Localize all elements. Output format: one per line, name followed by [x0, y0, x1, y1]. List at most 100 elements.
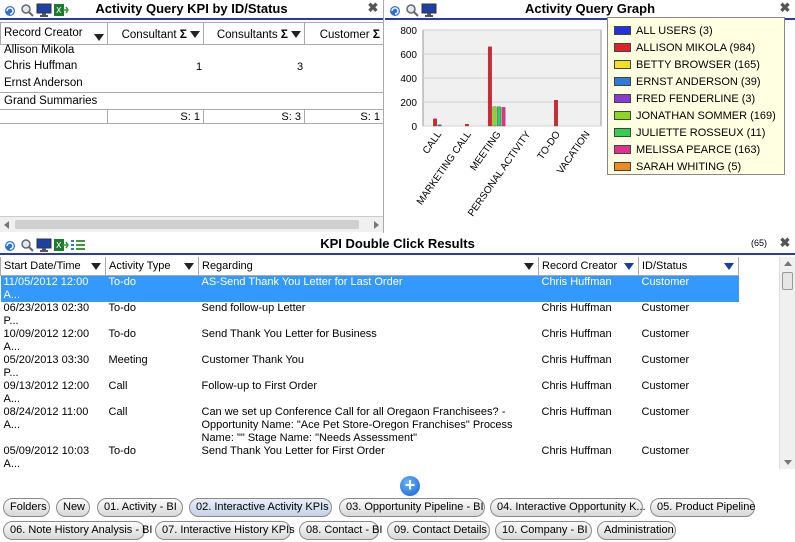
- legend-item[interactable]: MELISSA PEARCE (163): [608, 141, 784, 158]
- legend-item[interactable]: SARAH WHITING (5): [608, 158, 784, 175]
- table-cell[interactable]: Chris Huffman: [539, 445, 639, 470]
- search-icon[interactable]: [404, 2, 420, 18]
- tab-6[interactable]: 04. Interactive Opportunity K...: [490, 498, 646, 517]
- table-row[interactable]: 09/13/2012 12:00 A... Call Follow-up to Fi…: [1, 380, 739, 406]
- tab-10[interactable]: 08. Contact - BI: [299, 521, 382, 540]
- refresh-icon[interactable]: [2, 237, 18, 253]
- tab-8[interactable]: 06. Note History Analysis - BI: [3, 521, 152, 540]
- table-row[interactable]: 08/24/2012 11:00 A... Call Can we set up C…: [1, 406, 739, 445]
- tab-2[interactable]: New: [56, 498, 90, 517]
- refresh-icon[interactable]: [387, 2, 403, 18]
- tab-9[interactable]: 07. Interactive History KPIs: [155, 521, 295, 540]
- table-cell[interactable]: To-do: [105, 275, 199, 302]
- filter-icon[interactable]: [91, 263, 101, 270]
- table-cell[interactable]: Chris Huffman: [539, 302, 639, 328]
- kpi-value[interactable]: 1: [196, 61, 202, 73]
- table-row[interactable]: 05/09/2012 10:03 A... To-do Send Thank You…: [1, 445, 739, 470]
- table-cell[interactable]: Call: [106, 406, 199, 445]
- tab-7[interactable]: 05. Product Pipeline: [650, 498, 755, 517]
- table-cell[interactable]: To-do: [106, 302, 199, 328]
- bar[interactable]: [437, 124, 442, 127]
- col-record-creator[interactable]: Record Creator: [0, 22, 108, 45]
- legend-item[interactable]: ERNST ANDERSON (39): [608, 73, 784, 90]
- refresh-icon[interactable]: [2, 2, 18, 18]
- results-vertical-scrollbar[interactable]: [779, 257, 795, 469]
- col-consultant[interactable]: Consultant Σ: [107, 22, 204, 45]
- table-row[interactable]: 10/09/2012 12:00 A... To-do Send Thank You…: [1, 328, 739, 354]
- filter-icon[interactable]: [291, 30, 301, 38]
- table-cell[interactable]: Chris Huffman: [539, 354, 639, 380]
- table-row[interactable]: 11/05/2012 12:00 A... To-do AS-Send Thank …: [0, 275, 739, 302]
- bar[interactable]: [487, 46, 492, 127]
- bar[interactable]: [501, 107, 506, 127]
- scroll-thumb[interactable]: [15, 220, 359, 229]
- monitor-icon[interactable]: [36, 237, 52, 253]
- col-regarding[interactable]: Regarding: [198, 257, 539, 276]
- table-cell[interactable]: To-do: [106, 445, 199, 470]
- table-cell[interactable]: Chris Huffman: [539, 380, 639, 406]
- legend-item[interactable]: ALLISON MIKOLA (984): [608, 39, 784, 56]
- kpi-row[interactable]: Chris Huffman: [4, 60, 77, 72]
- table-cell[interactable]: 10/09/2012 12:00 A...: [1, 328, 106, 354]
- filter-icon[interactable]: [184, 263, 194, 270]
- kpi-row[interactable]: Allison Mikola: [4, 44, 74, 56]
- legend-item[interactable]: ALL USERS (3): [608, 22, 784, 39]
- table-cell[interactable]: To-do: [106, 328, 199, 354]
- sum-icon[interactable]: Σ: [180, 27, 187, 41]
- filter-icon[interactable]: [190, 30, 200, 38]
- table-cell[interactable]: 08/24/2012 11:00 A...: [1, 406, 106, 445]
- legend-item[interactable]: BETTY BROWSER (165): [608, 56, 784, 73]
- table-cell[interactable]: Chris Huffman: [539, 406, 639, 445]
- table-cell[interactable]: 05/20/2013 03:30 P...: [1, 354, 106, 380]
- table-cell[interactable]: 11/05/2012 12:00 A...: [0, 275, 106, 302]
- table-cell[interactable]: Send follow-up Letter: [199, 302, 539, 328]
- table-cell[interactable]: Call: [106, 380, 199, 406]
- monitor-icon[interactable]: [36, 2, 52, 18]
- table-cell[interactable]: Chris Huffman: [538, 275, 639, 302]
- bar[interactable]: [433, 118, 438, 127]
- legend-item[interactable]: JONATHAN SOMMER (169): [608, 107, 784, 124]
- table-cell[interactable]: Customer: [639, 445, 739, 470]
- table-cell[interactable]: 05/09/2012 10:03 A...: [1, 445, 106, 470]
- table-cell[interactable]: Send Thank You Letter for First Order: [199, 445, 539, 470]
- kpi-value[interactable]: 3: [297, 61, 303, 73]
- table-cell[interactable]: Customer: [638, 275, 739, 302]
- col-consultants[interactable]: Consultants Σ: [203, 22, 305, 45]
- close-icon[interactable]: ✖: [366, 1, 380, 15]
- bar[interactable]: [554, 99, 558, 127]
- add-tab-button[interactable]: +: [400, 476, 420, 496]
- monitor-icon[interactable]: [421, 2, 437, 18]
- table-cell[interactable]: Customer: [639, 406, 739, 445]
- filter-active-icon[interactable]: [724, 263, 734, 270]
- table-cell[interactable]: Chris Huffman: [539, 328, 639, 354]
- bar[interactable]: [492, 106, 497, 127]
- table-cell[interactable]: Customer: [639, 302, 739, 328]
- table-cell[interactable]: Customer: [639, 328, 739, 354]
- legend-item[interactable]: FRED FENDERLINE (3): [608, 90, 784, 107]
- search-icon[interactable]: [19, 2, 35, 18]
- table-cell[interactable]: Customer Thank You: [199, 354, 539, 380]
- table-cell[interactable]: AS-Send Thank You Letter for Last Order: [198, 275, 539, 302]
- filter-icon[interactable]: [524, 263, 534, 270]
- table-cell[interactable]: 09/13/2012 12:00 A...: [1, 380, 106, 406]
- tab-13[interactable]: Administration: [597, 521, 676, 540]
- filter-active-icon[interactable]: [624, 263, 634, 270]
- scroll-right-icon[interactable]: [374, 221, 379, 229]
- table-row[interactable]: 06/23/2013 02:30 P... To-do Send follow-up…: [1, 302, 739, 328]
- excel-export-icon[interactable]: X: [53, 237, 69, 253]
- table-cell[interactable]: Follow-up to First Order: [199, 380, 539, 406]
- tab-3[interactable]: 01. Activity - BI: [97, 498, 183, 517]
- scroll-left-icon[interactable]: [4, 221, 9, 229]
- tab-11[interactable]: 09. Contact Details: [387, 521, 490, 540]
- excel-export-icon[interactable]: X: [53, 2, 69, 18]
- col-record-creator[interactable]: Record Creator: [538, 257, 639, 276]
- table-row[interactable]: 05/20/2013 03:30 P... Meeting Customer Tha…: [1, 354, 739, 380]
- col-id-status[interactable]: ID/Status: [638, 257, 739, 276]
- bar[interactable]: [465, 123, 469, 127]
- list-icon[interactable]: [70, 237, 86, 253]
- sum-icon[interactable]: Σ: [281, 27, 288, 41]
- search-icon[interactable]: [19, 237, 35, 253]
- scroll-up-icon[interactable]: [784, 261, 792, 266]
- table-cell[interactable]: Customer: [639, 380, 739, 406]
- col-customer[interactable]: Customer Σ: [304, 22, 383, 45]
